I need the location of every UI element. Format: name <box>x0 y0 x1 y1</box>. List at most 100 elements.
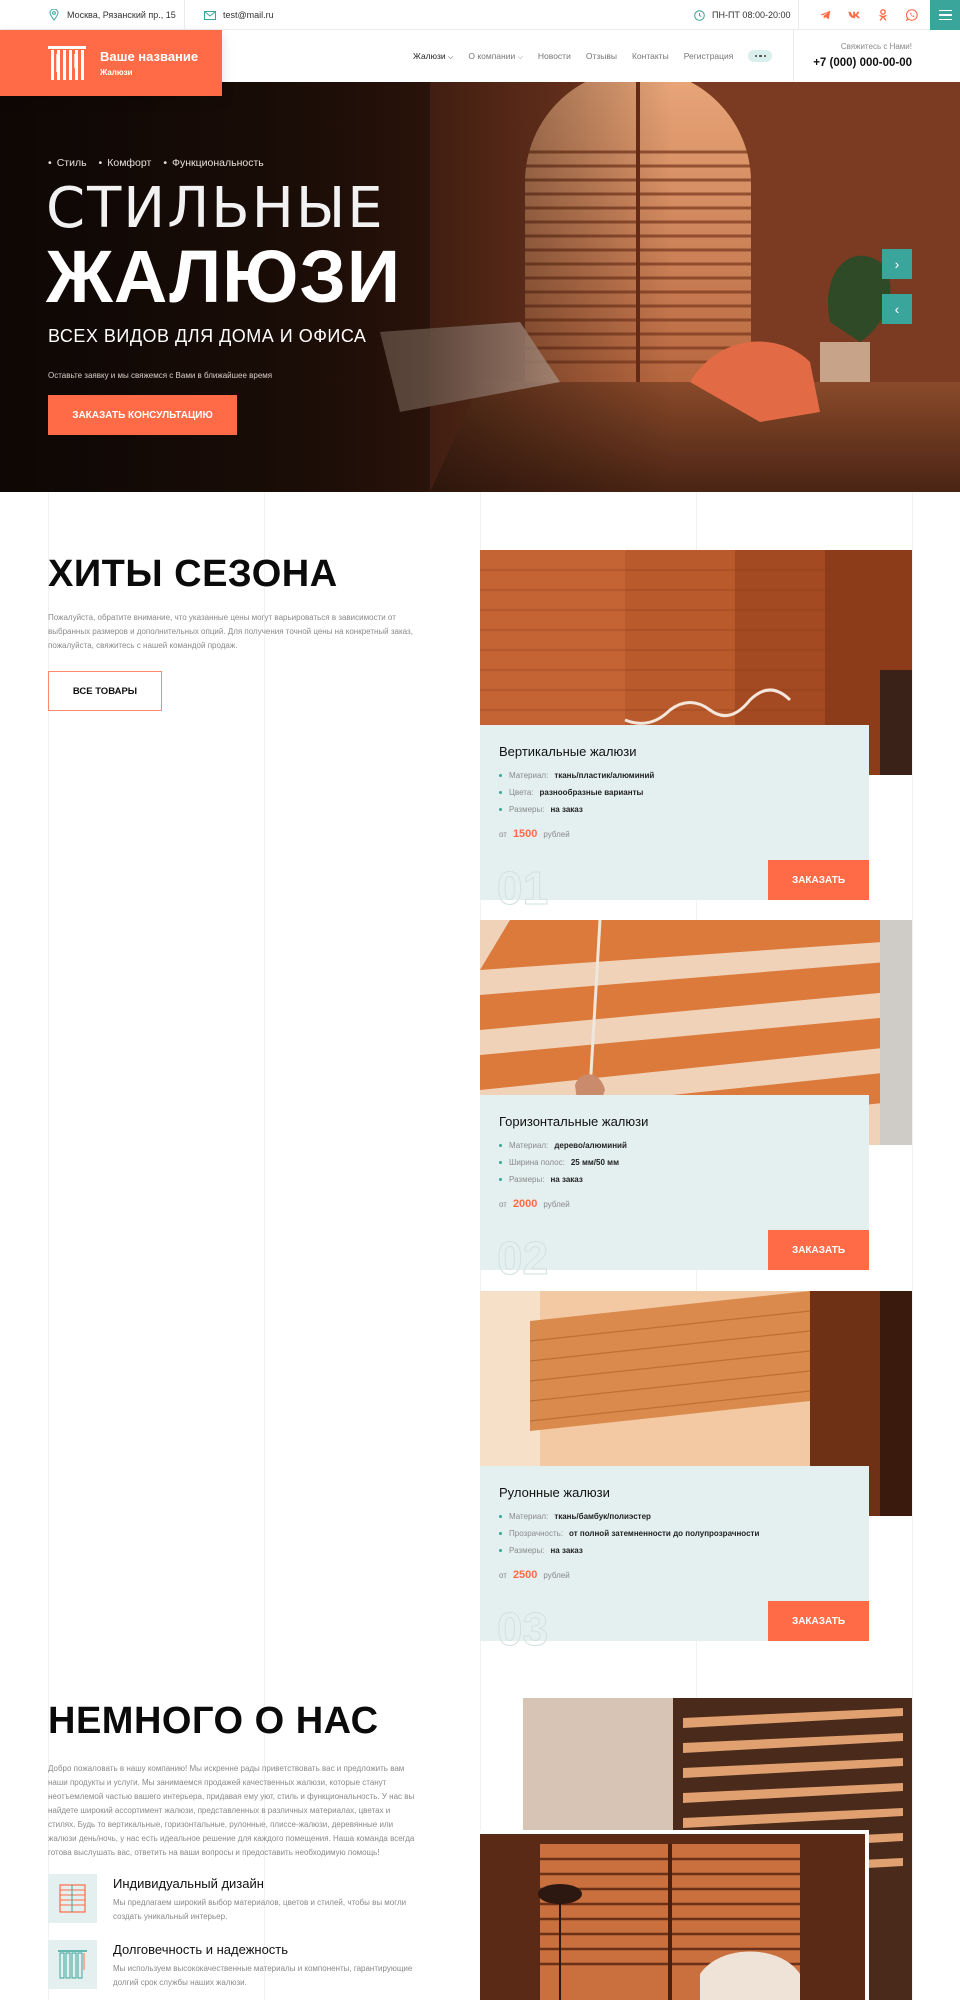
hits-title: ХИТЫ СЕЗОНА <box>48 553 338 595</box>
nav-item-reviews[interactable]: Отзывы <box>586 51 617 61</box>
callme-text[interactable]: Свяжитесь с Нами! <box>841 42 912 51</box>
price-value: 2000 <box>512 1198 538 1210</box>
guide-line <box>912 492 913 2000</box>
bullet <box>499 1178 502 1181</box>
address[interactable]: Москва, Рязанский пр., 15 <box>48 0 176 30</box>
bullet <box>499 1549 502 1552</box>
chevron-left-icon: ‹ <box>894 301 900 317</box>
spec-value: дерево/алюминий <box>554 1141 627 1150</box>
spec-label: Размеры: <box>509 805 545 814</box>
hero-title-line1: СТИЛЬНЫЕ <box>46 176 385 241</box>
hero-title-line2: ЖАЛЮЗИ <box>46 235 402 318</box>
product-price: от 1500 рублей <box>499 828 570 840</box>
spec-label: Материал: <box>509 771 549 780</box>
logo-title: Ваше название <box>100 49 199 64</box>
slider-next-button[interactable]: › <box>882 249 912 279</box>
product-number: 01 <box>496 862 549 914</box>
price-prefix: от <box>499 1200 507 1209</box>
chevron-right-icon: › <box>894 256 900 272</box>
spec-value: на заказ <box>550 1175 583 1184</box>
vertical-blinds-icon <box>48 1940 97 1989</box>
product-spec: Прозрачность: от полной затемненности до … <box>499 1529 759 1538</box>
nav-item-registration[interactable]: Регистрация <box>684 51 734 61</box>
hours: ПН-ПТ 08:00-20:00 <box>693 0 790 30</box>
nav-label: Жалюзи <box>413 50 446 61</box>
product-number: 02 <box>496 1232 549 1284</box>
product-card: Вертикальные жалюзи Материал: ткань/пласт… <box>480 550 912 912</box>
product-spec: Материал: ткань/пластик/алюминий <box>499 771 654 780</box>
about-title: НЕМНОГО О НАС <box>48 1700 379 1742</box>
bullet <box>499 1515 502 1518</box>
divider <box>184 0 185 30</box>
product-name[interactable]: Горизонтальные жалюзи <box>499 1114 648 1129</box>
about-description: Добро пожаловать в нашу компанию! Мы иск… <box>48 1764 415 1857</box>
telegram-icon[interactable] <box>817 7 833 23</box>
product-info: Вертикальные жалюзи Материал: ткань/пласт… <box>480 725 869 912</box>
product-info: Рулонные жалюзи Материал: ткань/бамбук/по… <box>480 1466 869 1653</box>
hero-subtitle: ВСЕХ ВИДОВ ДЛЯ ДОМА И ОФИСА <box>48 326 367 346</box>
price-value: 2500 <box>512 1569 538 1581</box>
price-suffix: рублей <box>543 830 570 839</box>
spec-label: Прозрачность: <box>509 1529 564 1538</box>
spec-label: Материал: <box>509 1512 549 1521</box>
product-info: Горизонтальные жалюзи Материал: дерево/ал… <box>480 1095 869 1282</box>
slider-prev-button[interactable]: ‹ <box>882 294 912 324</box>
price-suffix: рублей <box>543 1200 570 1209</box>
all-products-button[interactable]: ВСЕ ТОВАРЫ <box>48 671 162 711</box>
feature-text: Мы предлагаем широкий выбор материалов, … <box>113 1898 407 1921</box>
whatsapp-icon[interactable] <box>904 7 920 23</box>
nav-item-about[interactable]: О компании ⌵ <box>468 51 523 62</box>
mail-icon <box>204 9 216 21</box>
clock-icon <box>693 9 705 21</box>
nav-item-blinds[interactable]: Жалюзи ⌵ <box>413 51 453 62</box>
order-button[interactable]: ЗАКАЗАТЬ <box>768 1230 869 1270</box>
hero-tag: Стиль <box>48 157 87 169</box>
logo-subtitle: Жалюзи <box>100 68 133 77</box>
feature-item: Долговечность и надежность Мы используем… <box>48 1940 428 1996</box>
order-button[interactable]: ЗАКАЗАТЬ <box>768 1601 869 1641</box>
spec-label: Размеры: <box>509 1175 545 1184</box>
spec-label: Цвета: <box>509 788 534 797</box>
product-number: 03 <box>496 1603 549 1655</box>
about-image-bottom <box>480 1830 869 2000</box>
nav-label: О компании <box>468 50 516 61</box>
divider <box>798 0 799 30</box>
product-spec: Размеры: на заказ <box>499 1546 583 1555</box>
nav-item-contacts[interactable]: Контакты <box>632 51 669 61</box>
spec-value: ткань/бамбук/полиэстер <box>554 1512 651 1521</box>
order-button[interactable]: ЗАКАЗАТЬ <box>768 860 869 900</box>
top-bar: Москва, Рязанский пр., 15 test@mail.ru П… <box>0 0 960 30</box>
feature-title: Индивидуальный дизайн <box>113 1876 264 1891</box>
logo[interactable]: Ваше название Жалюзи <box>0 30 222 96</box>
hero-tags: Стиль Комфорт Функциональность <box>48 157 264 169</box>
phone-number[interactable]: +7 (000) 000-00-00 <box>813 57 912 69</box>
feature-title: Долговечность и надежность <box>113 1942 289 1957</box>
spec-value: от полной затемненности до полупрозрачно… <box>569 1529 760 1538</box>
menu-burger-button[interactable] <box>930 0 960 30</box>
spec-label: Размеры: <box>509 1546 545 1555</box>
bullet <box>499 1161 502 1164</box>
price-prefix: от <box>499 1571 507 1580</box>
blinds-logo-icon <box>48 46 86 80</box>
price-value: 1500 <box>512 828 538 840</box>
address-text: Москва, Рязанский пр., 15 <box>67 10 176 20</box>
spec-value: 25 мм/50 мм <box>570 1158 619 1167</box>
vk-icon[interactable] <box>846 7 862 23</box>
product-name[interactable]: Вертикальные жалюзи <box>499 744 636 759</box>
price-prefix: от <box>499 830 507 839</box>
product-price: от 2500 рублей <box>499 1569 570 1581</box>
divider <box>793 30 794 82</box>
odnoklassniki-icon[interactable] <box>875 7 891 23</box>
chevron-down-icon: ⌵ <box>517 53 523 61</box>
nav-item-news[interactable]: Новости <box>538 51 571 61</box>
location-pin-icon <box>48 9 60 21</box>
spec-value: на заказ <box>550 805 583 814</box>
site-header: Ваше название Жалюзи Жалюзи ⌵ О компании… <box>0 30 960 96</box>
consultation-button[interactable]: ЗАКАЗАТЬ КОНСУЛЬТАЦИЮ <box>48 395 237 435</box>
feature-item: Индивидуальный дизайн Мы предлагаем широ… <box>48 1874 428 1930</box>
email[interactable]: test@mail.ru <box>204 0 274 30</box>
feature-text: Мы используем высококачественные материа… <box>113 1964 413 1987</box>
product-name[interactable]: Рулонные жалюзи <box>499 1485 610 1500</box>
more-menu-button[interactable] <box>748 50 773 62</box>
bullet <box>499 1144 502 1147</box>
